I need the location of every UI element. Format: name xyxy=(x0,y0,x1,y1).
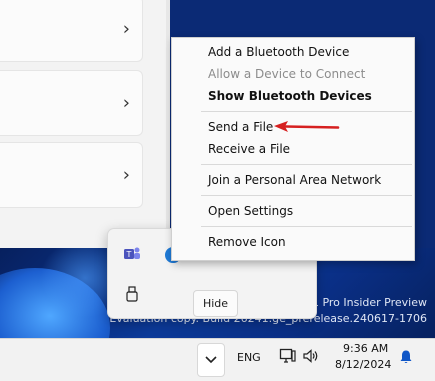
menu-item-add-bluetooth-device[interactable]: Add a Bluetooth Device xyxy=(208,45,349,59)
notification-bell-icon[interactable] xyxy=(398,349,414,365)
menu-item-receive-a-file[interactable]: Receive a File xyxy=(208,142,290,156)
watermark-line-1: 11 Pro Insider Preview xyxy=(304,296,427,309)
menu-item-join-personal-area-network[interactable]: Join a Personal Area Network xyxy=(208,173,381,187)
usb-drive-icon[interactable] xyxy=(123,285,141,303)
show-hidden-icons-button[interactable] xyxy=(197,343,225,377)
settings-card[interactable]: › xyxy=(0,142,143,208)
teams-icon[interactable]: T xyxy=(123,245,141,263)
hide-button[interactable]: Hide xyxy=(193,290,238,317)
chevron-right-icon: › xyxy=(122,164,130,186)
menu-item-allow-device-to-connect: Allow a Device to Connect xyxy=(208,67,366,81)
clock-date[interactable]: 8/12/2024 xyxy=(335,358,391,371)
menu-item-open-settings[interactable]: Open Settings xyxy=(208,204,293,218)
settings-window: › › › xyxy=(0,0,166,248)
window-edge xyxy=(166,0,170,248)
clock-time[interactable]: 9:36 AM xyxy=(343,342,388,355)
network-icon[interactable] xyxy=(279,348,297,364)
bluetooth-context-menu: Add a Bluetooth Device Allow a Device to… xyxy=(171,37,415,261)
red-arrow-icon xyxy=(274,121,340,132)
menu-item-send-a-file[interactable]: Send a File xyxy=(208,120,273,134)
chevron-right-icon: › xyxy=(122,18,130,40)
menu-separator xyxy=(201,195,412,196)
menu-separator xyxy=(201,226,412,227)
settings-card[interactable]: › xyxy=(0,70,143,136)
svg-text:T: T xyxy=(126,250,132,259)
taskbar: ENG 9:36 AM 8/12/2024 xyxy=(0,338,435,381)
volume-icon[interactable] xyxy=(302,348,320,364)
chevron-right-icon: › xyxy=(122,92,130,114)
menu-item-remove-icon[interactable]: Remove Icon xyxy=(208,235,286,249)
menu-separator xyxy=(201,164,412,165)
menu-item-show-bluetooth-devices[interactable]: Show Bluetooth Devices xyxy=(208,89,372,103)
menu-separator xyxy=(201,111,412,112)
language-indicator[interactable]: ENG xyxy=(237,351,261,364)
settings-card[interactable]: › xyxy=(0,0,143,62)
chevron-up-icon xyxy=(205,356,217,364)
